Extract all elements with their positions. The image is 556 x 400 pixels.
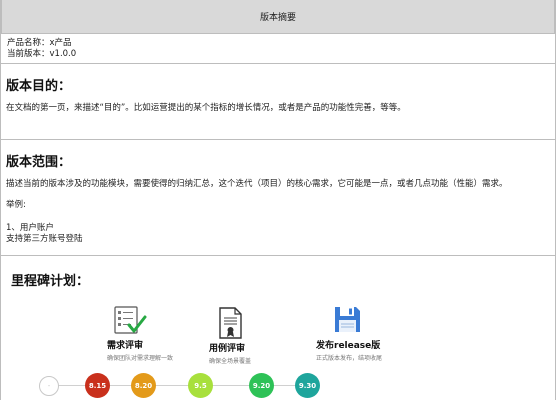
save-icon <box>333 305 362 334</box>
checklist-icon <box>111 305 147 335</box>
milestone-heading: 里程碑计划： <box>11 274 90 289</box>
stage-title: 发布release版 <box>316 341 381 351</box>
header-title: 版本摘要 <box>259 13 296 23</box>
scope-example-detail: 支持第三方账号登陆 <box>6 234 83 244</box>
stage-desc: 确保团队对需求理解一致 <box>107 355 174 362</box>
scope-section: 版本范围： 描述当前的版本涉及的功能模块，需要使得的归纳汇总，这个迭代（项目）的… <box>1 140 555 256</box>
stage-title: 用例评审 <box>209 344 246 354</box>
page-header: 版本摘要 <box>1 0 555 34</box>
stage-release: 发布release版 正式版本发布，结项收尾 <box>316 305 406 365</box>
purpose-section: 版本目的： 在文档的第一页，来描述“目的”。比如运营提出的某个指标的增长情况，或… <box>1 64 555 140</box>
timeline-dot-0930: 9.30 <box>295 373 320 398</box>
document-icon <box>216 307 244 339</box>
scope-heading: 版本范围： <box>6 155 72 170</box>
stage-requirements-review: 需求评审 确保团队对需求理解一致 <box>107 300 197 364</box>
timeline-dot-0815: 8.15 <box>85 373 110 398</box>
stage-desc: 正式版本发布，结项收尾 <box>316 355 383 362</box>
scope-example-label: 举例: <box>6 200 26 210</box>
stage-title: 需求评审 <box>107 341 144 351</box>
timeline-start-dot: - <box>39 376 59 396</box>
scope-text: 描述当前的版本涉及的功能模块，需要使得的归纳汇总，这个迭代（项目）的核心需求，它… <box>6 179 508 189</box>
purpose-text: 在文档的第一页，来描述“目的”。比如运营提出的某个指标的增长情况，或者是产品的功… <box>6 103 406 113</box>
document-page: 版本摘要 产品名称：x产品 当前版本：v1.0.0 版本目的： 在文档的第一页，… <box>0 0 556 400</box>
meta-section: 产品名称：x产品 当前版本：v1.0.0 <box>1 34 555 64</box>
timeline-dot-0820: 8.20 <box>131 373 156 398</box>
timeline-dot-0905: 9.5 <box>188 373 213 398</box>
timeline-dot-0920: 9.20 <box>249 373 274 398</box>
stage-desc: 确保全场景覆盖 <box>209 358 252 365</box>
purpose-heading: 版本目的： <box>6 79 72 94</box>
product-name: 产品名称：x产品 <box>7 38 72 48</box>
current-version: 当前版本：v1.0.0 <box>7 49 77 59</box>
stage-usecase-review: 用例评审 确保全场景覆盖 <box>209 305 289 369</box>
